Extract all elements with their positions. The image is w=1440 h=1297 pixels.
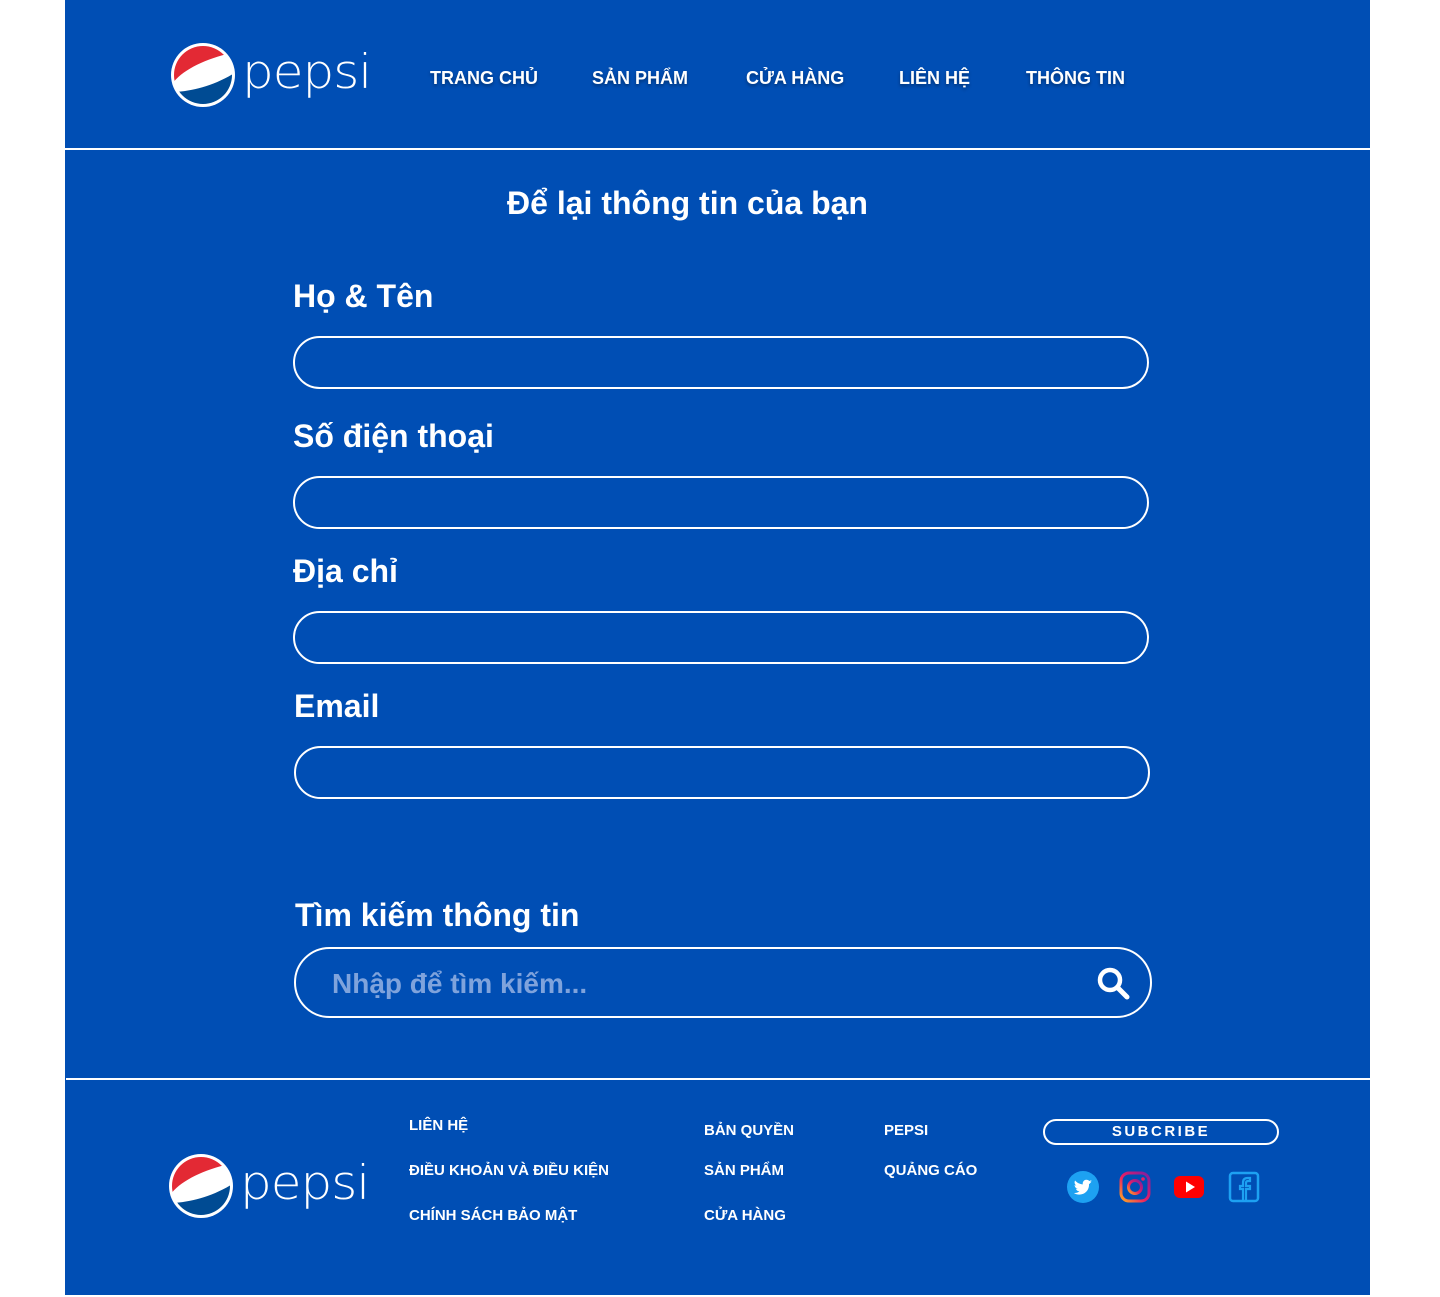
youtube-icon[interactable] bbox=[1172, 1170, 1206, 1204]
footer-link-products[interactable]: SẢN PHẨM bbox=[704, 1161, 784, 1181]
pepsi-globe-icon bbox=[171, 43, 235, 107]
phone-field[interactable] bbox=[293, 476, 1149, 529]
pepsi-logo[interactable]: pepsi bbox=[170, 42, 372, 108]
nav-item-home[interactable]: TRANG CHỦ bbox=[430, 66, 538, 90]
search-input[interactable] bbox=[330, 961, 1074, 1007]
site-header: pepsi TRANG CHỦ SẢN PHẨM CỬA HÀNG LIÊN H… bbox=[65, 0, 1370, 150]
subscribe-button[interactable]: SUBCRIBE bbox=[1043, 1119, 1279, 1145]
footer-link-contact[interactable]: LIÊN HỆ bbox=[409, 1116, 468, 1136]
footer-link-copyright[interactable]: BẢN QUYỀN bbox=[704, 1121, 794, 1141]
instagram-icon[interactable] bbox=[1118, 1170, 1152, 1204]
nav-item-contact[interactable]: LIÊN HỆ bbox=[899, 66, 970, 90]
email-field[interactable] bbox=[294, 746, 1150, 799]
nav-item-info[interactable]: THÔNG TIN bbox=[1026, 66, 1125, 90]
search-label: Tìm kiếm thông tin bbox=[295, 897, 580, 933]
email-label: Email bbox=[294, 688, 380, 724]
facebook-icon[interactable] bbox=[1227, 1170, 1261, 1204]
footer-link-terms[interactable]: ĐIỀU KHOẢN VÀ ĐIỀU KIỆN bbox=[409, 1161, 609, 1181]
footer-link-pepsi[interactable]: PEPSI bbox=[884, 1121, 928, 1141]
fullname-field[interactable] bbox=[293, 336, 1149, 389]
pepsi-wordmark: pepsi bbox=[240, 1155, 370, 1211]
pepsi-globe-icon bbox=[169, 1154, 233, 1218]
fullname-label: Họ & Tên bbox=[293, 278, 434, 314]
form-title: Để lại thông tin của bạn bbox=[507, 185, 868, 221]
footer-pepsi-logo[interactable]: pepsi bbox=[168, 1153, 370, 1219]
search-icon[interactable] bbox=[1096, 966, 1132, 1002]
pepsi-wordmark: pepsi bbox=[242, 44, 372, 100]
nav-item-stores[interactable]: CỬA HÀNG bbox=[746, 66, 844, 90]
address-field[interactable] bbox=[293, 611, 1149, 664]
address-label: Địa chỉ bbox=[293, 553, 398, 589]
page-background: pepsi TRANG CHỦ SẢN PHẨM CỬA HÀNG LIÊN H… bbox=[65, 0, 1370, 1295]
twitter-icon[interactable] bbox=[1066, 1170, 1100, 1204]
footer-link-ads[interactable]: QUẢNG CÁO bbox=[884, 1161, 977, 1181]
phone-label: Số điện thoại bbox=[293, 418, 494, 454]
footer-link-privacy[interactable]: CHÍNH SÁCH BẢO MẬT bbox=[409, 1206, 577, 1226]
footer-link-stores[interactable]: CỬA HÀNG bbox=[704, 1206, 786, 1226]
search-box bbox=[294, 947, 1152, 1018]
nav-item-products[interactable]: SẢN PHẨM bbox=[592, 66, 688, 90]
site-footer: pepsi LIÊN HỆ ĐIỀU KHOẢN VÀ ĐIỀU KIỆN CH… bbox=[66, 1078, 1370, 1297]
